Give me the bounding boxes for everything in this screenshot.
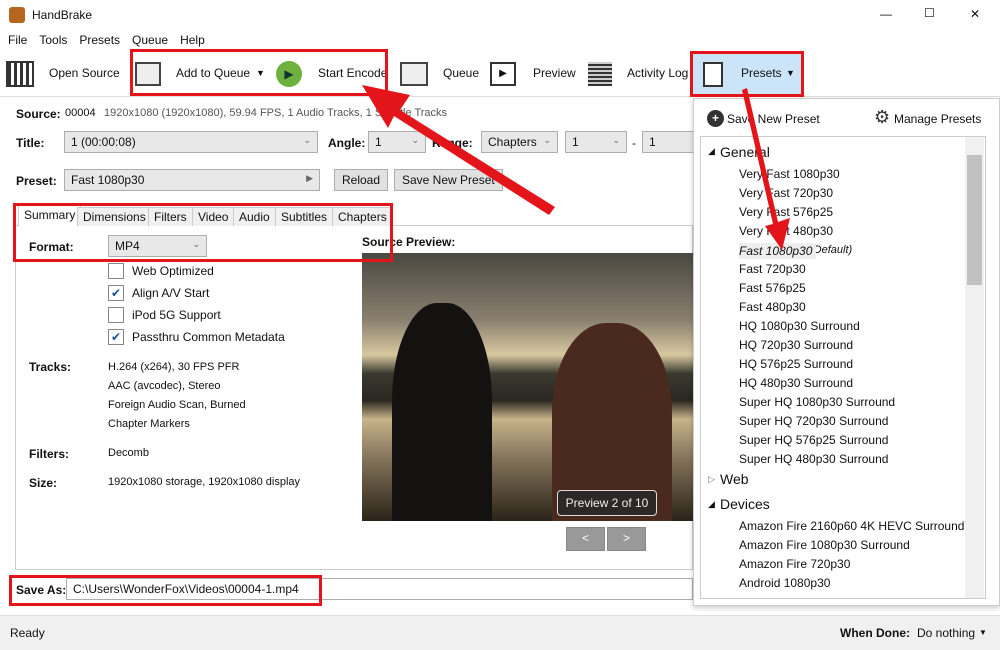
- annotation-arrows: [362, 85, 790, 250]
- annotation-arrow: [362, 85, 555, 215]
- annotation-arrow: [742, 88, 790, 250]
